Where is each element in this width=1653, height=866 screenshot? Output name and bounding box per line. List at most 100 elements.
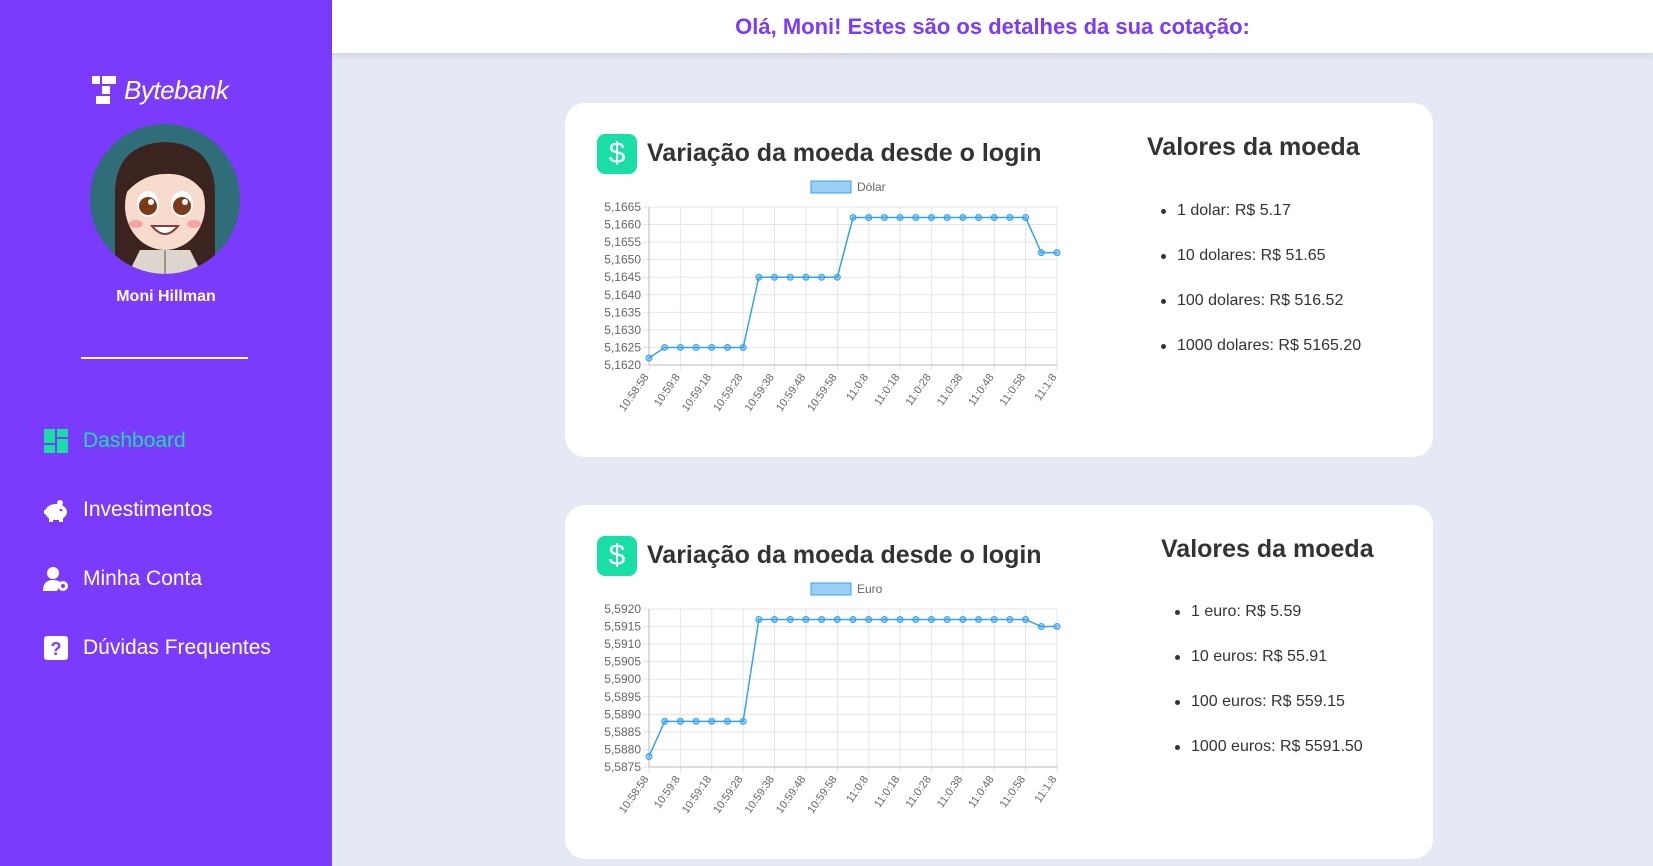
y-tick-label: 5,5875: [604, 760, 641, 774]
data-point: [975, 214, 983, 222]
y-tick-label: 5,1645: [604, 270, 641, 284]
y-tick-label: 5,1650: [604, 253, 641, 267]
x-tick-label: 11:0:28: [904, 372, 934, 408]
x-tick-label: 10:59:28: [711, 372, 745, 414]
data-point: [692, 717, 700, 725]
greeting: Olá, Moni! Estes são os detalhes da sua …: [735, 13, 1250, 39]
data-point: [912, 214, 920, 222]
x-tick-label: 10:59:48: [774, 372, 808, 414]
bytebank-logo-icon: [92, 76, 116, 104]
x-tick-label: 10:59:38: [743, 372, 777, 414]
nav-item-investimentos[interactable]: Investimentos: [43, 497, 213, 523]
nav-label-duvidas-frequentes: Dúvidas Frequentes: [83, 636, 271, 659]
x-tick-label: 11:1:8: [1033, 372, 1060, 403]
value-item: 1000 euros: R$ 5591.50: [1173, 736, 1363, 781]
data-point: [896, 214, 904, 222]
logo[interactable]: Bytebank: [92, 74, 229, 106]
data-point: [755, 273, 763, 281]
x-tick-label: 10:58:58: [617, 372, 651, 414]
data-point: [723, 717, 731, 725]
x-tick-label: 11:0:48: [966, 774, 996, 810]
x-tick-label: 10:59:58: [805, 774, 839, 816]
currency-card-euro: $ Variação da moeda desde o login Euro 5,…: [565, 505, 1433, 859]
x-tick-label: 11:0:8: [844, 774, 871, 805]
x-tick-label: 11:0:18: [872, 774, 902, 810]
data-point: [833, 616, 841, 624]
data-point: [865, 214, 873, 222]
data-point: [1037, 249, 1045, 257]
value-item: 10 dolares: R$ 51.65: [1159, 245, 1361, 290]
y-tick-label: 5,1625: [604, 340, 641, 354]
data-point: [959, 214, 967, 222]
data-point: [723, 343, 731, 351]
svg-text:?: ?: [51, 639, 62, 659]
data-point: [927, 214, 935, 222]
x-tick-label: 11:0:58: [998, 774, 1028, 810]
value-item: 1 dolar: R$ 5.17: [1159, 200, 1361, 245]
piggy-bank-icon: [44, 500, 67, 522]
value-item: 100 dolares: R$ 516.52: [1159, 290, 1361, 335]
data-point: [990, 214, 998, 222]
x-tick-label: 11:1:8: [1033, 774, 1060, 805]
nav-item-minha-conta[interactable]: Minha Conta: [43, 566, 202, 592]
value-item: 1000 dolares: R$ 5165.20: [1159, 335, 1361, 380]
data-point: [771, 616, 779, 624]
data-point: [943, 616, 951, 624]
data-point: [833, 273, 841, 281]
currency-card-dolar: $ Variação da moeda desde o login Dólar 5…: [565, 103, 1433, 457]
data-point: [1022, 214, 1030, 222]
legend-label: Dólar: [857, 180, 886, 194]
y-tick-label: 5,5880: [604, 742, 641, 756]
data-point: [990, 616, 998, 624]
data-point: [786, 273, 794, 281]
x-tick-label: 11:0:28: [904, 774, 934, 810]
data-point: [739, 717, 747, 725]
data-point: [959, 616, 967, 624]
data-point: [927, 616, 935, 624]
data-point: [661, 343, 669, 351]
y-tick-label: 5,1640: [604, 288, 641, 302]
values-title: Valores da moeda: [1161, 535, 1374, 563]
data-point: [645, 752, 653, 760]
data-point: [849, 214, 857, 222]
sidebar: Bytebank Moni Hillman Dashboard Investim…: [0, 0, 332, 866]
data-point: [676, 717, 684, 725]
nav-label-investimentos: Investimentos: [83, 498, 213, 521]
data-point: [802, 273, 810, 281]
y-tick-label: 5,5905: [604, 655, 641, 669]
nav-item-dashboard[interactable]: Dashboard: [43, 428, 186, 454]
dollar-icon: $: [597, 134, 637, 174]
sidebar-divider: [81, 357, 248, 359]
values-list: 1 euro: R$ 5.59 10 euros: R$ 55.91 100 e…: [1173, 601, 1363, 781]
nav-label-minha-conta: Minha Conta: [83, 567, 203, 590]
x-tick-label: 10:59:18: [680, 774, 714, 816]
nav-label-dashboard: Dashboard: [83, 429, 186, 452]
logo-text: Bytebank: [124, 74, 229, 105]
data-point: [943, 214, 951, 222]
y-tick-label: 5,5895: [604, 690, 641, 704]
data-point: [818, 616, 826, 624]
x-tick-label: 11:0:58: [998, 372, 1028, 408]
values-list: 1 dolar: R$ 5.17 10 dolares: R$ 51.65 10…: [1159, 200, 1361, 380]
card-title: Variação da moeda desde o login: [647, 139, 1042, 167]
data-point: [865, 616, 873, 624]
legend-swatch: [810, 582, 852, 596]
x-tick-label: 11:0:48: [966, 372, 996, 408]
dashboard-icon: [44, 429, 68, 453]
x-tick-label: 10:59:18: [680, 372, 714, 414]
nav-item-duvidas-frequentes[interactable]: ? Dúvidas Frequentes: [43, 635, 271, 661]
y-tick-label: 5,5885: [604, 725, 641, 739]
data-point: [708, 343, 716, 351]
value-item: 10 euros: R$ 55.91: [1173, 646, 1363, 691]
x-tick-label: 11:0:38: [935, 774, 965, 810]
data-point: [708, 717, 716, 725]
avatar: [90, 124, 240, 274]
x-tick-label: 11:0:8: [844, 372, 871, 403]
data-point: [1053, 623, 1061, 631]
value-item: 100 euros: R$ 559.15: [1173, 691, 1363, 736]
legend-label: Euro: [857, 582, 883, 596]
y-tick-label: 5,1660: [604, 218, 641, 232]
x-tick-label: 10:59:38: [743, 774, 777, 816]
x-tick-label: 10:59:48: [774, 774, 808, 816]
data-point: [645, 354, 653, 362]
